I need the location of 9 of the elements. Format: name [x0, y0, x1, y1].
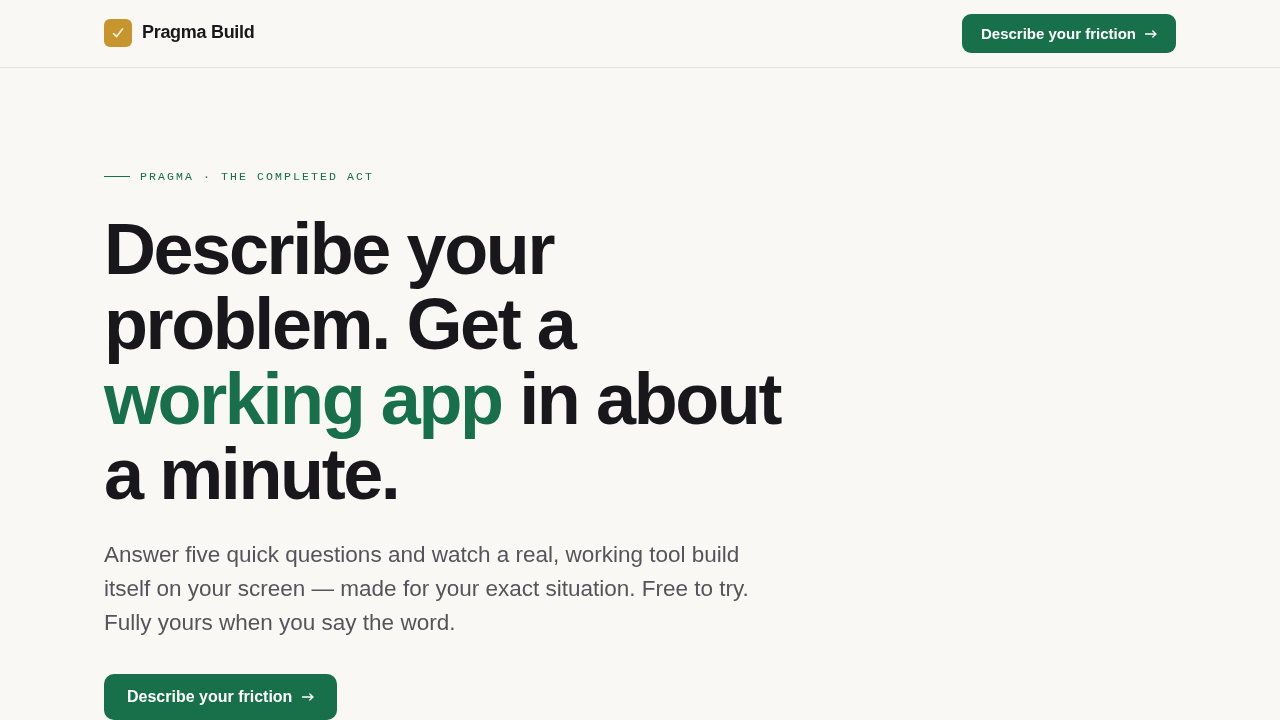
cta-button[interactable]: Describe your friction — [961, 14, 1176, 53]
check-logo-icon — [104, 18, 132, 47]
arrow-right-icon — [1145, 29, 1157, 38]
headline: Describe your problem. Get a working app in about a minute. — [104, 212, 782, 512]
cta-button[interactable]: Describe your friction — [104, 674, 338, 720]
eyebrow-text: PRAGMA · THE COMPLETED ACT — [140, 169, 375, 183]
lead-paragraph: Answer five quick questions and watch a real, working tool build itself on your screen — made for your exact situation. Free to try. Fully yours when you say the word. — [104, 541, 750, 637]
arrow-right-icon — [302, 693, 315, 701]
brand-name: Pragma Build — [142, 22, 255, 43]
